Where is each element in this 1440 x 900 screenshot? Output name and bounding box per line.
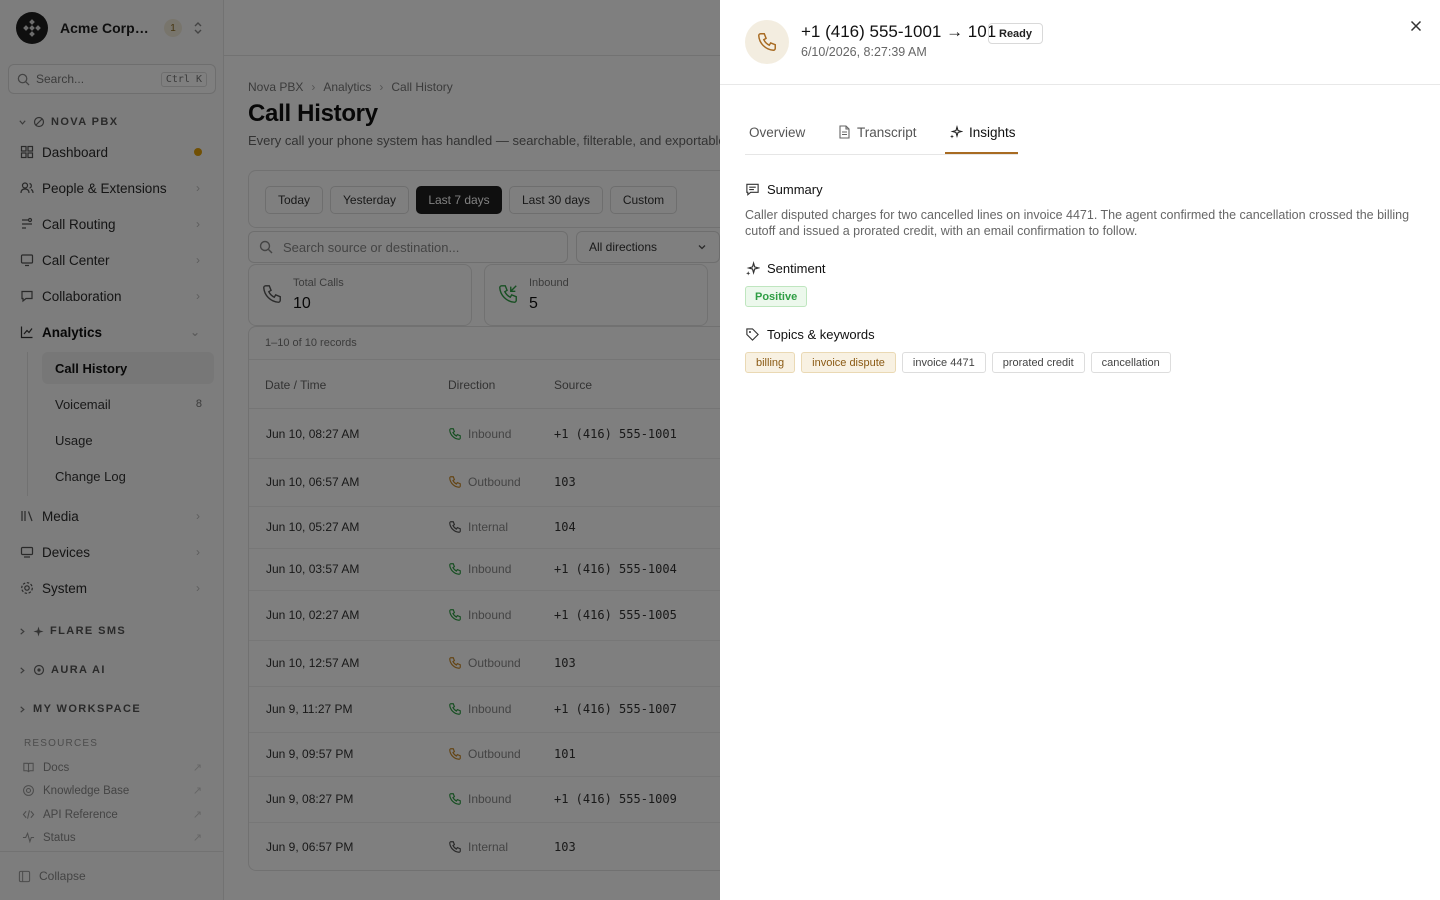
drawer-header-divider	[720, 84, 1440, 85]
keyword-list: billing invoice dispute invoice 4471 pro…	[745, 352, 1177, 373]
tab-label: Overview	[749, 124, 806, 140]
keyword-chip: cancellation	[1090, 352, 1171, 373]
topics-heading: Topics & keywords	[745, 327, 875, 342]
tab-insights[interactable]: Insights	[949, 122, 1016, 142]
active-tab-indicator	[945, 152, 1018, 154]
status-badge: Ready	[988, 23, 1044, 44]
call-avatar	[745, 20, 789, 64]
call-title: +1 (416) 555-1001 → 101	[801, 22, 997, 41]
sentiment-heading: Sentiment	[745, 261, 826, 276]
keyword-chip: invoice dispute	[801, 352, 896, 373]
close-icon	[1410, 20, 1422, 32]
tabs-baseline	[745, 154, 1018, 155]
section-title-label: Topics & keywords	[767, 327, 875, 342]
tab-label: Transcript	[857, 124, 917, 140]
document-icon	[838, 125, 851, 139]
close-button[interactable]	[1404, 14, 1428, 38]
message-square-icon	[745, 182, 760, 197]
tag-icon	[745, 327, 760, 342]
sparkles-icon	[949, 125, 963, 139]
summary-heading: Summary	[745, 182, 823, 197]
section-title-label: Sentiment	[767, 261, 826, 276]
keyword-chip: prorated credit	[991, 352, 1085, 373]
phone-icon	[758, 33, 776, 51]
section-title-label: Summary	[767, 182, 823, 197]
sentiment-badge: Positive	[745, 286, 808, 307]
keyword-chip: invoice 4471	[901, 352, 986, 373]
tab-label: Insights	[969, 124, 1016, 140]
call-timestamp: 6/10/2026, 8:27:39 AM	[801, 45, 927, 59]
tab-transcript[interactable]: Transcript	[838, 122, 917, 142]
keyword-chip: billing	[745, 352, 796, 373]
call-details-drawer: +1 (416) 555-1001 → 101 Ready 6/10/2026,…	[720, 0, 1440, 900]
modal-backdrop[interactable]	[0, 0, 720, 900]
sparkles-icon	[745, 261, 760, 276]
tab-overview[interactable]: Overview	[749, 122, 805, 142]
summary-text: Caller disputed charges for two cancelle…	[745, 208, 1410, 238]
